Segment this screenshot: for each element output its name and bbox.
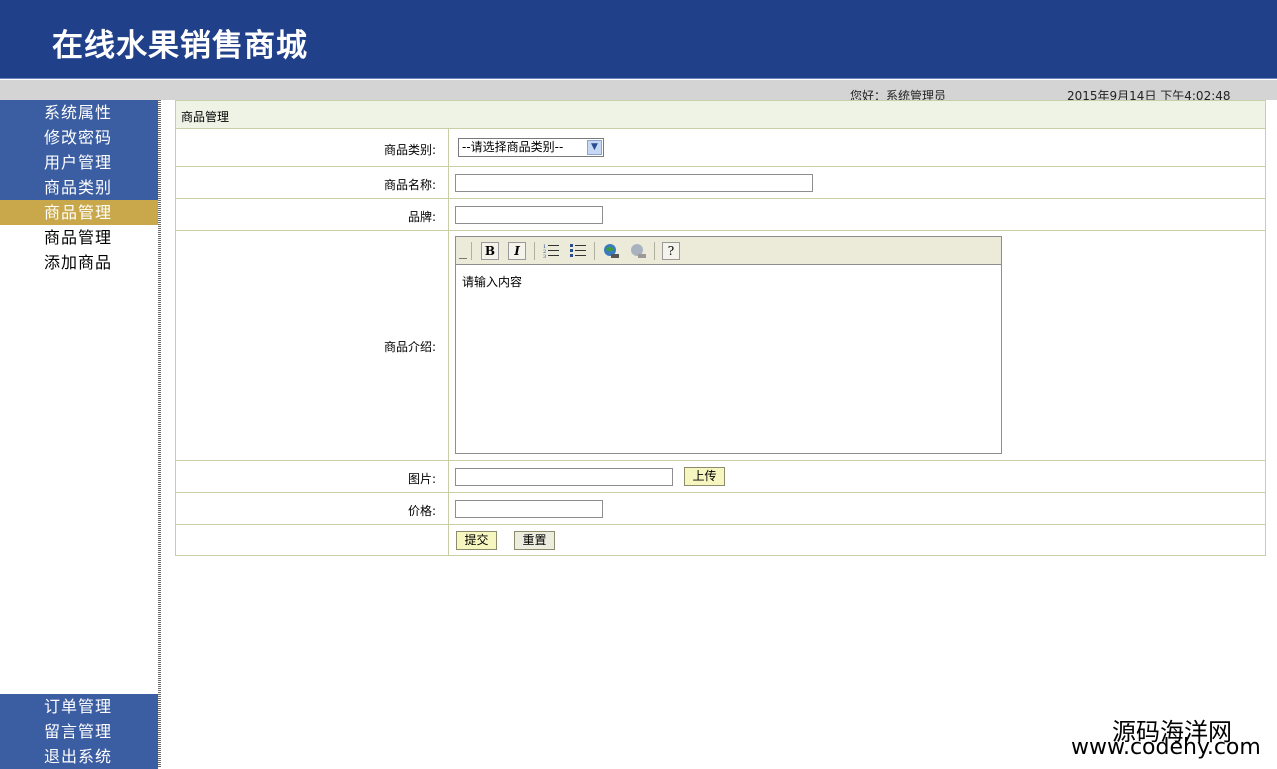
- svg-text:3: 3: [543, 254, 546, 260]
- name-label: 商品名称:: [383, 178, 436, 192]
- editor-toolbar: B I 123 ?: [456, 237, 1001, 265]
- sidebar-item-logout[interactable]: 退出系统: [0, 744, 158, 769]
- image-label-cell: 图片:: [176, 461, 449, 492]
- unordered-list-icon[interactable]: [569, 242, 587, 260]
- sidebar-item-product-management[interactable]: 商品管理: [0, 200, 158, 225]
- brand-label-cell: 品牌:: [176, 199, 449, 230]
- rich-text-editor[interactable]: B I 123 ? 请输入内容: [455, 236, 1002, 454]
- brand-label: 品牌:: [407, 210, 436, 224]
- product-name-input[interactable]: [455, 174, 813, 192]
- status-bar: 您好：系统管理员 2015年9月14日 下午4:02:48: [0, 80, 1277, 103]
- price-label: 价格:: [407, 504, 436, 518]
- app-header: 在线水果销售商城: [0, 0, 1277, 79]
- row-category: 商品类别: --请选择商品类别-- ▼: [176, 129, 1265, 167]
- bold-icon[interactable]: B: [481, 242, 499, 260]
- sidebar: 系统属性 修改密码 用户管理 商品类别 商品管理 商品管理 添加商品 订单管理 …: [0, 100, 158, 769]
- editor-content[interactable]: 请输入内容: [462, 273, 522, 290]
- product-form-panel: 商品管理 商品类别: --请选择商品类别-- ▼ 商品名称: 品牌: 商品介绍:: [175, 100, 1266, 556]
- intro-label: 商品介绍:: [383, 340, 436, 354]
- row-actions: 提交 重置: [176, 525, 1265, 555]
- ordered-list-icon[interactable]: 123: [542, 242, 560, 260]
- panel-header: 商品管理: [176, 101, 1265, 129]
- sidebar-divider: [158, 100, 161, 768]
- category-label: 商品类别:: [383, 143, 436, 157]
- name-label-cell: 商品名称:: [176, 167, 449, 198]
- intro-label-cell: 商品介绍:: [176, 231, 449, 460]
- submit-button[interactable]: 提交: [456, 531, 497, 550]
- row-brand: 品牌:: [176, 199, 1265, 231]
- insert-link-icon[interactable]: [602, 242, 620, 260]
- image-label: 图片:: [407, 472, 436, 486]
- sidebar-item-order-management[interactable]: 订单管理: [0, 694, 158, 719]
- category-label-cell: 商品类别:: [176, 129, 449, 166]
- actions-label-cell: [176, 525, 449, 555]
- row-image: 图片: 上传: [176, 461, 1265, 493]
- chevron-down-icon[interactable]: ▼: [587, 140, 602, 155]
- help-icon[interactable]: ?: [662, 242, 680, 260]
- brand-input[interactable]: [455, 206, 603, 224]
- unlink-icon[interactable]: [629, 242, 647, 260]
- sidebar-item-system-properties[interactable]: 系统属性: [0, 100, 158, 125]
- image-path-input[interactable]: [455, 468, 673, 486]
- sidebar-item-change-password[interactable]: 修改密码: [0, 125, 158, 150]
- row-price: 价格:: [176, 493, 1265, 525]
- toolbar-grip-icon: [459, 258, 467, 259]
- toolbar-separator: [471, 242, 472, 260]
- upload-button[interactable]: 上传: [684, 467, 725, 486]
- toolbar-separator: [594, 242, 595, 260]
- sidebar-subitem-add-product[interactable]: 添加商品: [0, 250, 158, 275]
- sidebar-subitem-product-management[interactable]: 商品管理: [0, 225, 158, 250]
- category-select-value: --请选择商品类别--: [462, 140, 564, 154]
- italic-icon[interactable]: I: [508, 242, 526, 260]
- category-select[interactable]: --请选择商品类别-- ▼: [458, 138, 604, 157]
- watermark-url: www.codehy.com: [1071, 735, 1261, 760]
- app-title: 在线水果销售商城: [52, 28, 308, 64]
- sidebar-item-user-management[interactable]: 用户管理: [0, 150, 158, 175]
- price-input[interactable]: [455, 500, 603, 518]
- sidebar-item-message-management[interactable]: 留言管理: [0, 719, 158, 744]
- panel-title: 商品管理: [181, 110, 230, 124]
- row-name: 商品名称:: [176, 167, 1265, 199]
- price-label-cell: 价格:: [176, 493, 449, 524]
- toolbar-separator: [534, 242, 535, 260]
- row-intro: 商品介绍: B I 123 ? 请输入内容: [176, 231, 1265, 461]
- toolbar-separator: [654, 242, 655, 260]
- sidebar-item-product-category[interactable]: 商品类别: [0, 175, 158, 200]
- reset-button[interactable]: 重置: [514, 531, 555, 550]
